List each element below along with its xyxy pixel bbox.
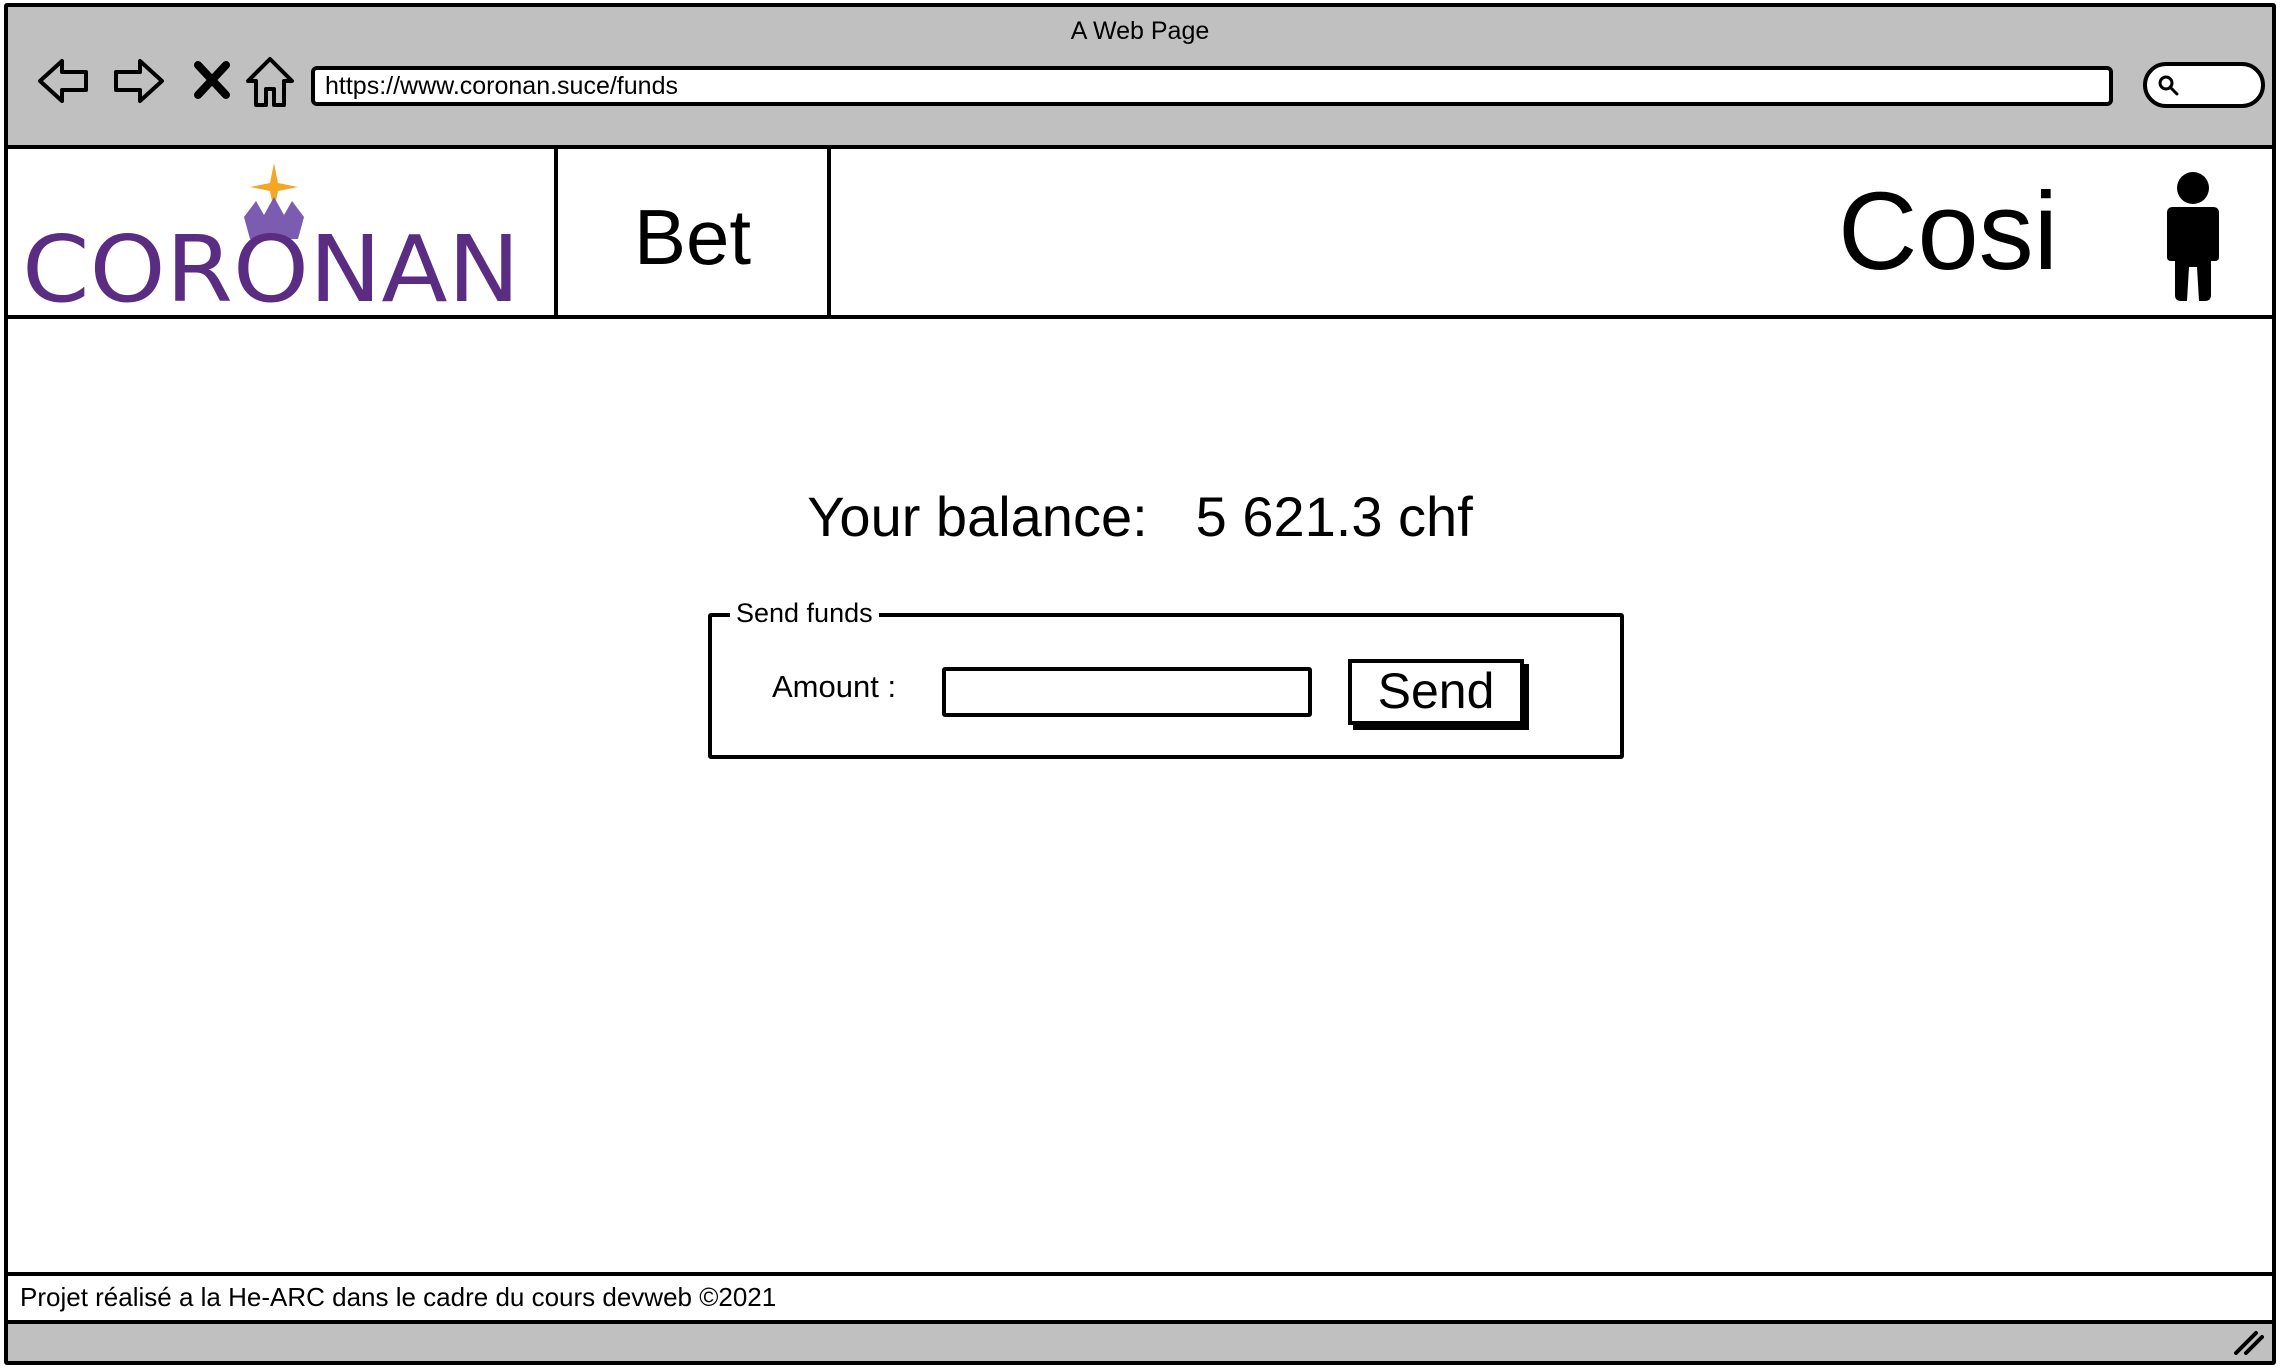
user-name[interactable]: Cosi [1838,177,2058,287]
user-icon[interactable] [2153,171,2233,301]
search-field[interactable] [2143,62,2265,108]
header-divider [827,149,831,315]
amount-input[interactable] [942,667,1312,717]
nav-bet-link[interactable]: Bet [558,149,827,315]
window-title: A Web Page [1070,17,1210,45]
coronan-logo[interactable]: CORONAN [8,149,554,315]
footer-text: Projet réalisé a la He-ARC dans le cadre… [8,1272,2272,1324]
search-icon [2158,75,2179,96]
url-bar[interactable]: https://www.coronan.suce/funds [311,66,2113,106]
site-header: CORONAN Bet Cosi [8,149,2272,319]
forward-arrow-icon[interactable] [108,51,168,111]
balance-display: Your balance: 5 621.3 chf [8,485,2272,549]
send-funds-legend: Send funds [730,596,879,630]
back-arrow-icon[interactable] [34,51,94,111]
send-funds-panel: Send funds Amount : Send [708,596,1624,759]
svg-text:CORONAN: CORONAN [22,216,520,308]
status-bar [8,1324,2272,1361]
close-icon[interactable] [182,51,242,111]
browser-chrome: A Web Page https://www.coronan.suce/fund… [8,7,2272,149]
amount-label: Amount : [772,669,897,704]
balance-value: 5 621.3 chf [1195,485,1473,548]
resize-grip-icon[interactable] [2232,1329,2264,1355]
browser-window: A Web Page https://www.coronan.suce/fund… [4,3,2276,1365]
send-button[interactable]: Send [1348,659,1524,725]
home-icon[interactable] [240,51,300,111]
balance-label: Your balance: [807,485,1148,548]
